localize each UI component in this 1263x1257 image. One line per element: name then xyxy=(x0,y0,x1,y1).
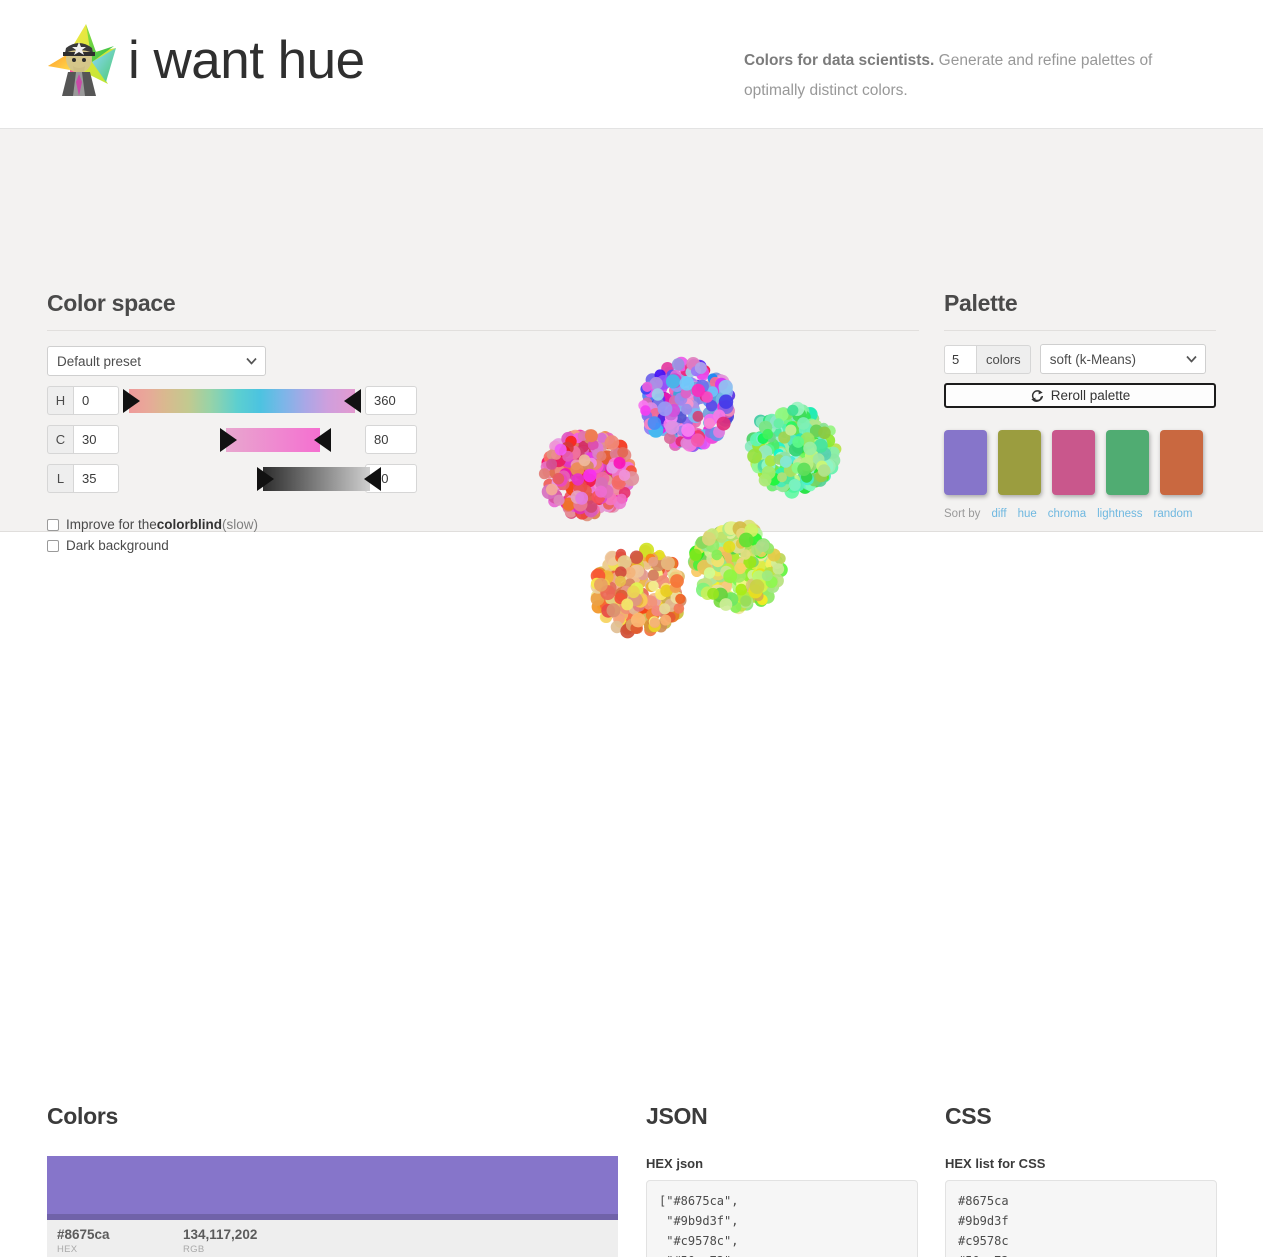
slider-c-label: C xyxy=(47,425,73,454)
json-block-code[interactable]: ["#8675ca", "#9b9d3f", "#c9578c", "#50ac… xyxy=(646,1180,918,1257)
slider-row-c[interactable]: C 30 80 xyxy=(47,425,417,454)
slider-h-track-area[interactable] xyxy=(123,386,361,415)
config-band: Color space Default preset H 0 360 C 30 … xyxy=(0,129,1263,639)
slider-h-handle-right[interactable] xyxy=(344,389,361,413)
tagline: Colors for data scientists. Generate and… xyxy=(744,46,1214,106)
colors-list: #8675caHEX134,117,202RGB#9b9d3fHEX155,15… xyxy=(47,1156,618,1257)
css-block-code[interactable]: #8675ca #9b9d3f #c9578c #50ac72 #c96840 xyxy=(945,1180,1217,1257)
palette-swatch[interactable] xyxy=(1106,430,1149,495)
json-blocks: HEX json ["#8675ca", "#9b9d3f", "#c9578c"… xyxy=(646,1156,918,1257)
color-hex-value: #8675ca xyxy=(57,1227,110,1242)
sort-link-chroma[interactable]: chroma xyxy=(1048,508,1086,520)
slider-c-handle-left[interactable] xyxy=(220,428,237,452)
color-count-group[interactable]: colors xyxy=(944,344,1031,374)
slider-h-label: H xyxy=(47,386,73,415)
colorspace-divider xyxy=(47,330,919,331)
slider-c-track[interactable] xyxy=(226,428,320,452)
checkbox-colorblind-suffix: (slow) xyxy=(222,517,259,532)
sort-link-lightness[interactable]: lightness xyxy=(1097,508,1142,520)
brand-title: i want hue xyxy=(128,30,365,90)
preset-select[interactable]: Default preset xyxy=(47,346,266,376)
checkbox-dark-background-input[interactable] xyxy=(47,539,59,552)
slider-l-label: L xyxy=(47,464,73,493)
palette-swatches xyxy=(944,430,1216,495)
palette-panel: Palette colors soft (k-Means) xyxy=(944,290,1216,520)
slider-row-h[interactable]: H 0 360 xyxy=(47,386,417,415)
slider-l-min-value[interactable]: 35 xyxy=(73,464,119,493)
slider-h-max-value[interactable]: 360 xyxy=(365,386,417,415)
color-cluster-scatter-icon xyxy=(520,351,860,651)
mode-select-wrap[interactable]: soft (k-Means) xyxy=(1031,344,1206,374)
slider-row-l[interactable]: L 35 80 xyxy=(47,464,417,493)
checkbox-colorblind-bold: colorblind xyxy=(156,517,223,532)
app-root: i want hue Colors for data scientists. G… xyxy=(0,0,1263,1257)
sort-by-label: Sort by xyxy=(944,508,981,520)
color-count-input[interactable] xyxy=(944,344,976,374)
checkbox-colorblind-prefix: Improve for the xyxy=(66,517,157,532)
slider-c-track-area[interactable] xyxy=(123,425,361,454)
css-section-title: CSS xyxy=(945,1103,992,1129)
sort-link-random[interactable]: random xyxy=(1154,508,1193,520)
color-count-suffix: colors xyxy=(976,344,1031,374)
color-hex-cell[interactable]: #8675ca HEX xyxy=(57,1226,183,1257)
color-rgb-value: 134,117,202 xyxy=(183,1227,258,1242)
color-row[interactable]: #8675ca HEX 134,117,202 RGB xyxy=(47,1156,618,1257)
json-section-title: JSON xyxy=(646,1103,708,1129)
slider-c-min-value[interactable]: 30 xyxy=(73,425,119,454)
css-column: CSS HEX list for CSS #8675ca #9b9d3f #c95… xyxy=(945,1103,1217,1257)
sort-link-diff[interactable]: diff xyxy=(991,508,1006,520)
palette-divider xyxy=(944,330,1216,331)
palette-controls: colors soft (k-Means) xyxy=(944,344,1216,374)
slider-l-handle-left[interactable] xyxy=(257,467,274,491)
color-rgb-key: RGB xyxy=(183,1244,205,1255)
slider-l-handle-right[interactable] xyxy=(364,467,381,491)
colorspace-title: Color space xyxy=(47,290,176,316)
sort-by-bar: Sort by diff hue chroma lightness random xyxy=(944,508,1216,520)
brand: i want hue xyxy=(46,22,365,98)
reroll-palette-label: Reroll palette xyxy=(1050,388,1131,403)
sort-link-hue[interactable]: hue xyxy=(1018,508,1037,520)
json-block-label: HEX json xyxy=(646,1156,704,1171)
refresh-icon xyxy=(1031,389,1043,402)
slider-h-handle-left[interactable] xyxy=(123,389,140,413)
tagline-bold: Colors for data scientists. xyxy=(744,52,935,69)
palette-title: Palette xyxy=(944,290,1018,316)
palette-swatch[interactable] xyxy=(1052,430,1095,495)
palette-swatch[interactable] xyxy=(998,430,1041,495)
colors-column: Colors #8675caHEX134,117,202RGB#9b9d3fHE… xyxy=(47,1103,618,1257)
site-header: i want hue Colors for data scientists. G… xyxy=(0,0,1263,129)
checkbox-colorblind-input[interactable] xyxy=(47,518,59,531)
json-column: JSON HEX json ["#8675ca", "#9b9d3f", "#c9… xyxy=(646,1103,918,1257)
slider-h-min-value[interactable]: 0 xyxy=(73,386,119,415)
slider-h-track[interactable] xyxy=(129,389,355,413)
color-meta: #8675ca HEX 134,117,202 RGB xyxy=(47,1220,618,1257)
palette-swatch[interactable] xyxy=(1160,430,1203,495)
mode-select[interactable]: soft (k-Means) xyxy=(1039,344,1206,374)
reroll-palette-button[interactable]: Reroll palette xyxy=(944,383,1216,408)
palette-swatch[interactable] xyxy=(944,430,987,495)
rainbow-star-logo-icon xyxy=(46,22,118,98)
css-blocks: HEX list for CSS #8675ca #9b9d3f #c9578c … xyxy=(945,1156,1217,1257)
slider-l-track-area[interactable] xyxy=(123,464,381,493)
color-rgb-cell[interactable]: 134,117,202 RGB xyxy=(183,1226,309,1257)
color-swatch-shade xyxy=(47,1214,618,1220)
colors-section-title: Colors xyxy=(47,1103,119,1129)
checkbox-dark-background-label: Dark background xyxy=(66,538,169,553)
preset-select-wrap[interactable]: Default preset xyxy=(47,346,266,376)
color-swatch-block[interactable] xyxy=(47,1156,618,1220)
slider-c-max-value[interactable]: 80 xyxy=(365,425,417,454)
css-block-label: HEX list for CSS xyxy=(945,1156,1046,1171)
slider-l-track[interactable] xyxy=(263,467,370,491)
slider-c-handle-right[interactable] xyxy=(314,428,331,452)
color-hex-key: HEX xyxy=(57,1244,78,1255)
